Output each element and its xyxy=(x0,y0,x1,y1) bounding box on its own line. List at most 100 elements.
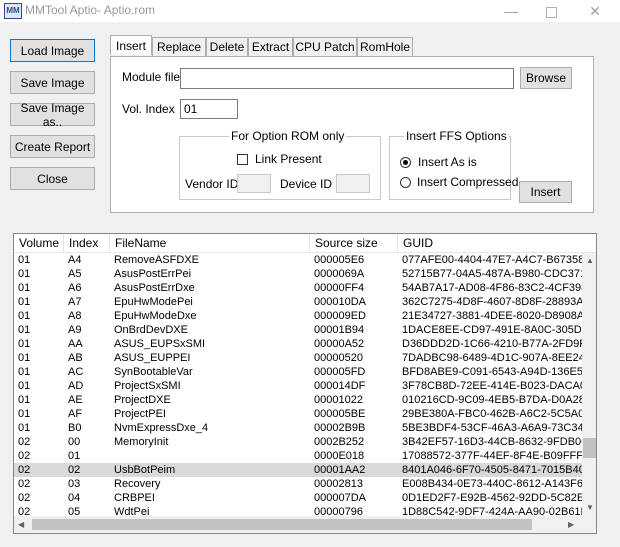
horizontal-scrollbar[interactable]: ◀ ▶ xyxy=(14,516,582,533)
cell-volume: 01 xyxy=(18,310,31,322)
title-bar: MM MMTool Aptio- Aptio.rom — ✕ xyxy=(0,0,620,22)
tab-romhole[interactable]: RomHole xyxy=(357,37,413,56)
cell-index: 00 xyxy=(68,436,81,448)
cell-volume: 01 xyxy=(18,282,31,294)
table-row[interactable]: 01 B0 NvmExpressDxe_4 00002B9B 5BE3BDF4-53CF… xyxy=(14,421,582,435)
cell-filename: AsusPostErrDxe xyxy=(114,282,195,294)
cell-source-size: 000005FD xyxy=(314,366,366,378)
cell-source-size: 00002813 xyxy=(314,478,363,490)
cell-source-size: 0002B252 xyxy=(314,436,365,448)
cell-filename: EpuHwModePei xyxy=(114,296,193,308)
cell-filename xyxy=(110,449,310,463)
browse-button[interactable]: Browse xyxy=(520,67,572,89)
table-row[interactable]: 02 05 WdtPei 00000796 1D88C542-9DF7-424A-AA9… xyxy=(14,505,582,516)
tab-extract[interactable]: Extract xyxy=(248,37,293,56)
table-row[interactable]: 01 A5 AsusPostErrPei 0000069A 52715B77-04A5-… xyxy=(14,267,582,281)
scroll-right-icon[interactable]: ▶ xyxy=(568,520,574,530)
module-file-input[interactable] xyxy=(180,68,514,89)
table-row[interactable]: 02 03 Recovery 00002813 E008B434-0E73-440C-8… xyxy=(14,477,582,491)
table-row[interactable]: 02 02 UsbBotPeim 00001AA2 8401A046-6F70-4505… xyxy=(14,463,582,477)
cell-volume: 01 xyxy=(18,254,31,266)
cell-filename: NvmExpressDxe_4 xyxy=(114,422,209,434)
device-id-label: Device ID xyxy=(280,177,333,191)
maximize-button[interactable] xyxy=(528,1,574,21)
column-header-index[interactable]: Index xyxy=(64,234,110,252)
table-row[interactable]: 01 AD ProjectSxSMI 000014DF 3F78CB8D-72EE-41… xyxy=(14,379,582,393)
tab-replace[interactable]: Replace xyxy=(152,37,206,56)
load-image-button[interactable]: Load Image xyxy=(10,39,95,62)
save-image-as-button[interactable]: Save Image as.. xyxy=(10,101,95,129)
cell-volume: 01 xyxy=(18,394,31,406)
cell-filename: CRBPEI xyxy=(114,492,155,504)
list-body: 01 A4 RemoveASFDXE 000005E6 077AFE00-4404-47… xyxy=(14,253,582,516)
cell-guid: BFD8ABE9-C091-6543-A94D-136E5B xyxy=(402,366,582,378)
tab-delete[interactable]: Delete xyxy=(206,37,248,56)
cell-guid: 8401A046-6F70-4505-8471-7015B40 xyxy=(402,464,582,476)
table-row[interactable]: 01 AC SynBootableVar 000005FD BFD8ABE9-C091-… xyxy=(14,365,582,379)
cell-index: A7 xyxy=(68,296,82,308)
module-list[interactable]: Volume Index FileName Source size GUID 0… xyxy=(13,233,597,534)
link-present-label: Link Present xyxy=(255,152,322,166)
column-header-guid[interactable]: GUID xyxy=(398,234,596,252)
cell-source-size: 000007DA xyxy=(314,492,366,504)
insert-compressed-radio[interactable] xyxy=(400,177,411,188)
scroll-up-icon[interactable]: ▲ xyxy=(586,256,594,266)
insert-button[interactable]: Insert xyxy=(519,181,572,203)
table-row[interactable]: 02 04 CRBPEI 000007DA 0D1ED2F7-E92B-4562-92D… xyxy=(14,491,582,505)
table-row[interactable]: 01 AF ProjectPEI 000005BE 29BE380A-FBC0-462B… xyxy=(14,407,582,421)
table-row[interactable]: 01 A7 EpuHwModePei 000010DA 362C7275-4D8F-46… xyxy=(14,295,582,309)
cell-guid: 1DACE8EE-CD97-491E-8A0C-305D6 xyxy=(402,324,582,336)
ffs-options-group: Insert FFS Options Insert As is Insert C… xyxy=(389,129,518,200)
cell-index: 04 xyxy=(68,492,81,504)
scroll-left-icon[interactable]: ◀ xyxy=(18,520,24,530)
close-button[interactable]: Close xyxy=(10,167,95,190)
insert-as-is-radio[interactable] xyxy=(400,157,411,168)
scroll-down-icon[interactable]: ▼ xyxy=(586,503,594,513)
create-report-button[interactable]: Create Report xyxy=(10,135,95,158)
cell-guid: 21E34727-3881-4DEE-8020-D8908A xyxy=(402,310,582,322)
vertical-scroll-thumb[interactable] xyxy=(583,438,596,458)
vol-index-input[interactable] xyxy=(180,99,238,119)
window-title: MMTool Aptio- Aptio.rom xyxy=(25,3,156,17)
cell-volume: 02 xyxy=(18,464,31,476)
link-present-checkbox[interactable] xyxy=(237,154,248,165)
table-row[interactable]: 01 AE ProjectDXE 00001022 010216CD-9C09-4EB5… xyxy=(14,393,582,407)
vertical-scrollbar[interactable]: ▲ ▼ xyxy=(582,253,596,516)
vendor-id-label: Vendor ID xyxy=(185,177,239,191)
horizontal-scroll-thumb[interactable] xyxy=(32,519,532,530)
tab-insert[interactable]: Insert xyxy=(110,35,152,55)
cell-filename: ASUS_EUPSxSMI xyxy=(114,338,206,350)
cell-volume: 02 xyxy=(18,450,31,462)
table-row[interactable]: 02 00 MemoryInit 0002B252 3B42EF57-16D3-44CB… xyxy=(14,435,582,449)
vendor-id-input[interactable] xyxy=(237,174,271,193)
column-header-filename[interactable]: FileName xyxy=(110,234,310,252)
cell-source-size: 000010DA xyxy=(314,296,366,308)
insert-compressed-label: Insert Compressed xyxy=(417,175,519,189)
table-row[interactable]: 01 A6 AsusPostErrDxe 00000FF4 54AB7A17-AD08-… xyxy=(14,281,582,295)
cell-source-size: 0000069A xyxy=(314,268,365,280)
table-row[interactable]: 01 A9 OnBrdDevDXE 00001B94 1DACE8EE-CD97-491… xyxy=(14,323,582,337)
cell-index: A5 xyxy=(68,268,82,280)
close-window-button[interactable]: ✕ xyxy=(572,1,618,21)
cell-source-size: 00002B9B xyxy=(314,422,366,434)
cell-filename: SynBootableVar xyxy=(114,366,193,378)
table-row[interactable]: 01 A4 RemoveASFDXE 000005E6 077AFE00-4404-47… xyxy=(14,253,582,267)
cell-guid: 3B42EF57-16D3-44CB-8632-9FDB06 xyxy=(402,436,582,448)
cell-guid: 5BE3BDF4-53CF-46A3-A6A9-73C344 xyxy=(402,422,582,434)
column-header-source-size[interactable]: Source size xyxy=(310,234,398,252)
cell-index: AB xyxy=(68,352,83,364)
table-row[interactable]: 01 A8 EpuHwModeDxe 000009ED 21E34727-3881-4D… xyxy=(14,309,582,323)
column-header-volume[interactable]: Volume xyxy=(14,234,64,252)
tab-cpu-patch[interactable]: CPU Patch xyxy=(293,37,357,56)
device-id-input[interactable] xyxy=(336,174,370,193)
table-row[interactable]: 02 01 0000E018 17088572-377F-44EF-8F4E-B09F… xyxy=(14,449,582,463)
cell-index: 01 xyxy=(68,450,81,462)
cell-filename: RemoveASFDXE xyxy=(114,254,199,266)
ffs-options-group-title: Insert FFS Options xyxy=(404,129,509,143)
cell-index: 02 xyxy=(68,464,81,476)
cell-filename: ProjectSxSMI xyxy=(114,380,181,392)
insert-tab-panel: Module file Browse Vol. Index For Option… xyxy=(110,56,594,213)
table-row[interactable]: 01 AA ASUS_EUPSxSMI 00000A52 D36DDD2D-1C66-4… xyxy=(14,337,582,351)
save-image-button[interactable]: Save Image xyxy=(10,71,95,94)
table-row[interactable]: 01 AB ASUS_EUPPEI 00000520 7DADBC98-6489-4D1… xyxy=(14,351,582,365)
